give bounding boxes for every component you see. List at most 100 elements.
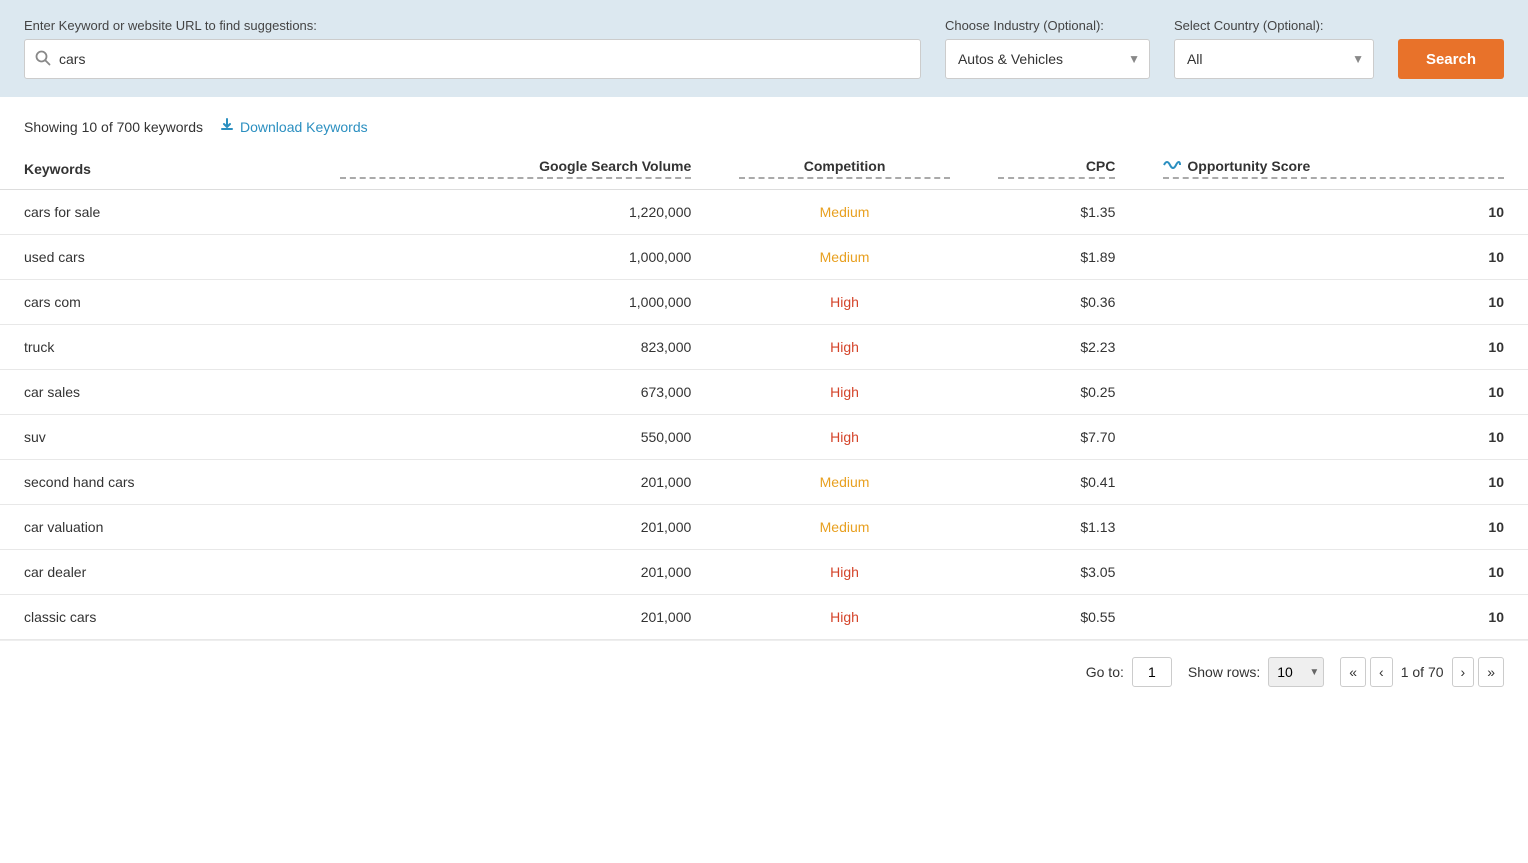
cell-competition: Medium	[715, 235, 974, 280]
table-row: car valuation 201,000 Medium $1.13 10	[0, 505, 1528, 550]
table-row: classic cars 201,000 High $0.55 10	[0, 595, 1528, 640]
col-keywords: Keywords	[0, 148, 316, 190]
cell-keyword: cars com	[0, 280, 316, 325]
industry-group: Choose Industry (Optional): Autos & Vehi…	[945, 18, 1150, 79]
cell-cpc: $3.05	[974, 550, 1140, 595]
cell-keyword: suv	[0, 415, 316, 460]
col-cpc: CPC	[974, 148, 1140, 190]
cell-cpc: $0.55	[974, 595, 1140, 640]
cell-volume: 550,000	[316, 415, 715, 460]
wave-icon	[1163, 158, 1181, 174]
cell-cpc: $0.36	[974, 280, 1140, 325]
cell-cpc: $1.13	[974, 505, 1140, 550]
country-label: Select Country (Optional):	[1174, 18, 1374, 33]
cell-cpc: $1.35	[974, 190, 1140, 235]
table-row: car dealer 201,000 High $3.05 10	[0, 550, 1528, 595]
prev-page-button[interactable]: ‹	[1370, 657, 1393, 687]
cell-competition: High	[715, 370, 974, 415]
goto-group: Go to:	[1086, 657, 1172, 687]
cell-volume: 1,220,000	[316, 190, 715, 235]
table-row: truck 823,000 High $2.23 10	[0, 325, 1528, 370]
cell-volume: 1,000,000	[316, 280, 715, 325]
cell-opportunity: 10	[1139, 460, 1528, 505]
cpc-dotted-line	[998, 177, 1116, 179]
cell-competition: Medium	[715, 505, 974, 550]
page-info: 1 of 70	[1397, 664, 1448, 680]
table-row: cars com 1,000,000 High $0.36 10	[0, 280, 1528, 325]
cell-volume: 201,000	[316, 550, 715, 595]
goto-label: Go to:	[1086, 664, 1124, 680]
table-row: second hand cars 201,000 Medium $0.41 10	[0, 460, 1528, 505]
cell-keyword: truck	[0, 325, 316, 370]
cell-cpc: $0.41	[974, 460, 1140, 505]
cell-opportunity: 10	[1139, 415, 1528, 460]
competition-dotted-line	[739, 177, 950, 179]
cell-keyword: car dealer	[0, 550, 316, 595]
cell-opportunity: 10	[1139, 370, 1528, 415]
cell-competition: High	[715, 325, 974, 370]
download-label: Download Keywords	[240, 119, 368, 135]
show-rows-label: Show rows:	[1188, 664, 1260, 680]
table-row: cars for sale 1,220,000 Medium $1.35 10	[0, 190, 1528, 235]
col-competition: Competition	[715, 148, 974, 190]
cell-opportunity: 10	[1139, 550, 1528, 595]
cell-keyword: car sales	[0, 370, 316, 415]
results-header: Showing 10 of 700 keywords Download Keyw…	[0, 97, 1528, 148]
cell-volume: 673,000	[316, 370, 715, 415]
cell-competition: High	[715, 550, 974, 595]
col-opportunity: Opportunity Score	[1139, 148, 1528, 190]
goto-input[interactable]	[1132, 657, 1172, 687]
cell-opportunity: 10	[1139, 595, 1528, 640]
cell-keyword: cars for sale	[0, 190, 316, 235]
rows-select-wrapper: 10 25 50 100 ▼	[1268, 657, 1324, 687]
download-icon	[219, 117, 235, 136]
search-icon	[35, 50, 51, 69]
search-bar: Enter Keyword or website URL to find sug…	[0, 0, 1528, 97]
cell-cpc: $1.89	[974, 235, 1140, 280]
cell-volume: 201,000	[316, 505, 715, 550]
table-row: suv 550,000 High $7.70 10	[0, 415, 1528, 460]
cell-competition: High	[715, 595, 974, 640]
page-nav: « ‹ 1 of 70 › »	[1340, 657, 1504, 687]
cell-competition: High	[715, 280, 974, 325]
country-select-wrapper: All United States United Kingdom Canada …	[1174, 39, 1374, 79]
cell-opportunity: 10	[1139, 280, 1528, 325]
next-page-button[interactable]: ›	[1452, 657, 1475, 687]
cell-cpc: $0.25	[974, 370, 1140, 415]
showing-text: Showing 10 of 700 keywords	[24, 119, 203, 135]
search-button[interactable]: Search	[1398, 39, 1504, 79]
download-keywords-link[interactable]: Download Keywords	[219, 117, 368, 136]
first-page-button[interactable]: «	[1340, 657, 1366, 687]
industry-select-wrapper: Autos & Vehicles All Industries Business…	[945, 39, 1150, 79]
cell-opportunity: 10	[1139, 235, 1528, 280]
industry-label: Choose Industry (Optional):	[945, 18, 1150, 33]
keyword-group: Enter Keyword or website URL to find sug…	[24, 18, 921, 79]
country-group: Select Country (Optional): All United St…	[1174, 18, 1374, 79]
cell-cpc: $7.70	[974, 415, 1140, 460]
keywords-table: Keywords Google Search Volume Competitio…	[0, 148, 1528, 640]
cell-keyword: second hand cars	[0, 460, 316, 505]
cell-volume: 201,000	[316, 595, 715, 640]
pagination-bar: Go to: Show rows: 10 25 50 100 ▼ « ‹ 1 o…	[0, 640, 1528, 703]
volume-dotted-line	[340, 177, 691, 179]
last-page-button[interactable]: »	[1478, 657, 1504, 687]
rows-group: Show rows: 10 25 50 100 ▼	[1188, 657, 1324, 687]
keyword-input-wrapper	[24, 39, 921, 79]
col-volume: Google Search Volume	[316, 148, 715, 190]
cell-competition: Medium	[715, 190, 974, 235]
cell-cpc: $2.23	[974, 325, 1140, 370]
country-select[interactable]: All United States United Kingdom Canada …	[1174, 39, 1374, 79]
cell-competition: Medium	[715, 460, 974, 505]
cell-keyword: car valuation	[0, 505, 316, 550]
cell-opportunity: 10	[1139, 505, 1528, 550]
cell-volume: 201,000	[316, 460, 715, 505]
cell-keyword: classic cars	[0, 595, 316, 640]
table-row: used cars 1,000,000 Medium $1.89 10	[0, 235, 1528, 280]
cell-volume: 823,000	[316, 325, 715, 370]
cell-keyword: used cars	[0, 235, 316, 280]
industry-select[interactable]: Autos & Vehicles All Industries Business…	[945, 39, 1150, 79]
opportunity-dotted-line	[1163, 177, 1504, 179]
keyword-input[interactable]	[59, 51, 910, 67]
table-header-row: Keywords Google Search Volume Competitio…	[0, 148, 1528, 190]
rows-select[interactable]: 10 25 50 100	[1268, 657, 1324, 687]
